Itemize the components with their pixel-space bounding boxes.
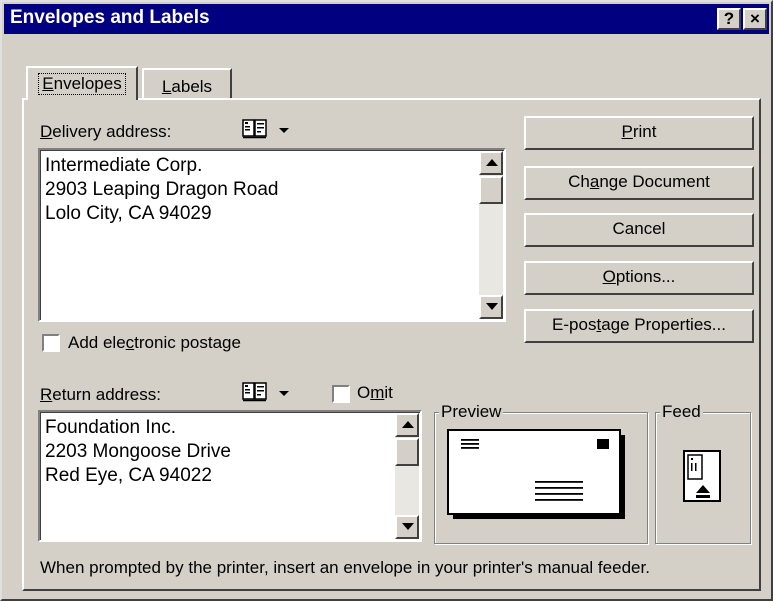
address-book-icon: [242, 119, 267, 139]
delivery-address-label: Delivery address:: [40, 122, 172, 141]
cancel-button[interactable]: Cancel: [524, 213, 754, 247]
tab-labels-label: Labels: [161, 77, 213, 96]
omit-checkbox[interactable]: [332, 385, 350, 403]
scroll-down-button[interactable]: [479, 295, 503, 319]
options-button[interactable]: Options...: [524, 261, 754, 295]
tab-envelopes-label: Envelopes: [38, 73, 126, 95]
return-address-book-button[interactable]: [242, 380, 296, 408]
scroll-down-button[interactable]: [395, 515, 419, 539]
arrow-up-icon: [402, 421, 414, 428]
tab-labels[interactable]: Labels: [142, 68, 232, 98]
title-bar[interactable]: Envelopes and Labels ? ×: [4, 4, 769, 34]
return-address-label: Return address:: [40, 385, 161, 404]
omit-label[interactable]: Omit: [357, 383, 393, 403]
arrow-down-icon: [402, 523, 414, 530]
preview-group[interactable]: Preview: [434, 402, 648, 544]
scroll-up-button[interactable]: [479, 151, 503, 175]
dialog-window: Envelopes and Labels ? × Envelopes Label…: [0, 0, 773, 601]
change-document-button[interactable]: Change Document: [524, 166, 754, 200]
help-button[interactable]: ?: [717, 8, 741, 30]
epostage-properties-button[interactable]: E-postage Properties...: [524, 309, 754, 343]
return-address-field[interactable]: Foundation Inc. 2203 Mongoose Drive Red …: [38, 410, 422, 542]
return-address-text: Foundation Inc. 2203 Mongoose Drive Red …: [45, 417, 231, 486]
return-scrollbar[interactable]: [395, 413, 419, 539]
delivery-address-field[interactable]: Intermediate Corp. 2903 Leaping Dragon R…: [38, 148, 506, 322]
feed-method-icon: [683, 450, 721, 502]
tab-envelopes[interactable]: Envelopes: [26, 66, 138, 100]
electronic-postage-label[interactable]: Add electronic postage: [68, 333, 241, 353]
electronic-postage-checkbox[interactable]: [42, 334, 60, 352]
scroll-thumb[interactable]: [395, 438, 419, 466]
close-button[interactable]: ×: [743, 8, 767, 30]
delivery-address-text: Intermediate Corp. 2903 Leaping Dragon R…: [45, 155, 279, 224]
delivery-scrollbar[interactable]: [479, 151, 503, 319]
chevron-down-icon: [279, 391, 289, 396]
arrow-up-icon: [486, 159, 498, 166]
scroll-up-button[interactable]: [395, 413, 419, 437]
feed-title: Feed: [660, 402, 703, 422]
arrow-down-icon: [486, 303, 498, 310]
envelope-preview-icon: [447, 429, 625, 519]
delivery-address-book-button[interactable]: [242, 117, 296, 145]
feed-group[interactable]: Feed: [655, 402, 751, 544]
footer-message: When prompted by the printer, insert an …: [40, 558, 650, 577]
chevron-down-icon: [279, 128, 289, 133]
window-title: Envelopes and Labels: [10, 7, 210, 28]
print-button[interactable]: Print: [524, 116, 754, 150]
preview-title: Preview: [439, 402, 504, 422]
address-book-icon: [242, 382, 267, 402]
scroll-thumb[interactable]: [479, 176, 503, 204]
